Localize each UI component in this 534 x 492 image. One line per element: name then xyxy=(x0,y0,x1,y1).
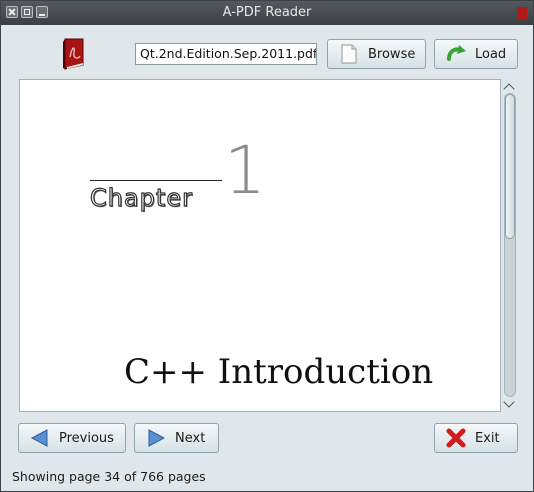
title-bar[interactable]: A-PDF Reader xyxy=(1,1,533,25)
pdf-app-icon xyxy=(517,7,527,20)
scroll-track[interactable] xyxy=(504,93,516,397)
scroll-down-icon[interactable] xyxy=(503,396,515,408)
arrow-right-icon xyxy=(148,429,166,447)
next-button[interactable]: Next xyxy=(134,423,219,453)
load-label: Load xyxy=(475,46,507,62)
chapter-number: 1 xyxy=(224,132,266,209)
arrow-left-icon xyxy=(30,429,48,447)
next-label: Next xyxy=(175,430,206,446)
chapter-title: C++ Introduction xyxy=(124,352,434,392)
pdf-page-view[interactable]: Chapter 1 C++ Introduction xyxy=(19,79,501,412)
load-button[interactable]: Load xyxy=(434,39,518,69)
previous-button[interactable]: Previous xyxy=(18,423,126,453)
file-path-field[interactable]: Qt.2nd.Edition.Sep.2011.pdf xyxy=(135,43,317,65)
chapter-rule xyxy=(90,180,222,181)
status-text: Showing page 34 of 766 pages xyxy=(12,469,206,484)
chapter-word: Chapter xyxy=(89,183,193,212)
red-x-icon xyxy=(446,428,466,448)
previous-label: Previous xyxy=(59,430,114,446)
pdf-book-icon xyxy=(63,38,84,70)
refresh-arrow-icon xyxy=(447,45,466,61)
exit-label: Exit xyxy=(475,430,500,446)
browse-label: Browse xyxy=(368,46,416,62)
exit-button[interactable]: Exit xyxy=(434,423,518,453)
browse-button[interactable]: Browse xyxy=(327,39,426,69)
window-title: A-PDF Reader xyxy=(222,5,312,20)
scroll-thumb[interactable] xyxy=(505,94,515,239)
app-window: A-PDF Reader Qt.2nd.Edition.Sep.2011.pdf… xyxy=(0,0,534,492)
document-icon xyxy=(341,44,357,64)
vertical-scrollbar[interactable] xyxy=(502,79,518,412)
